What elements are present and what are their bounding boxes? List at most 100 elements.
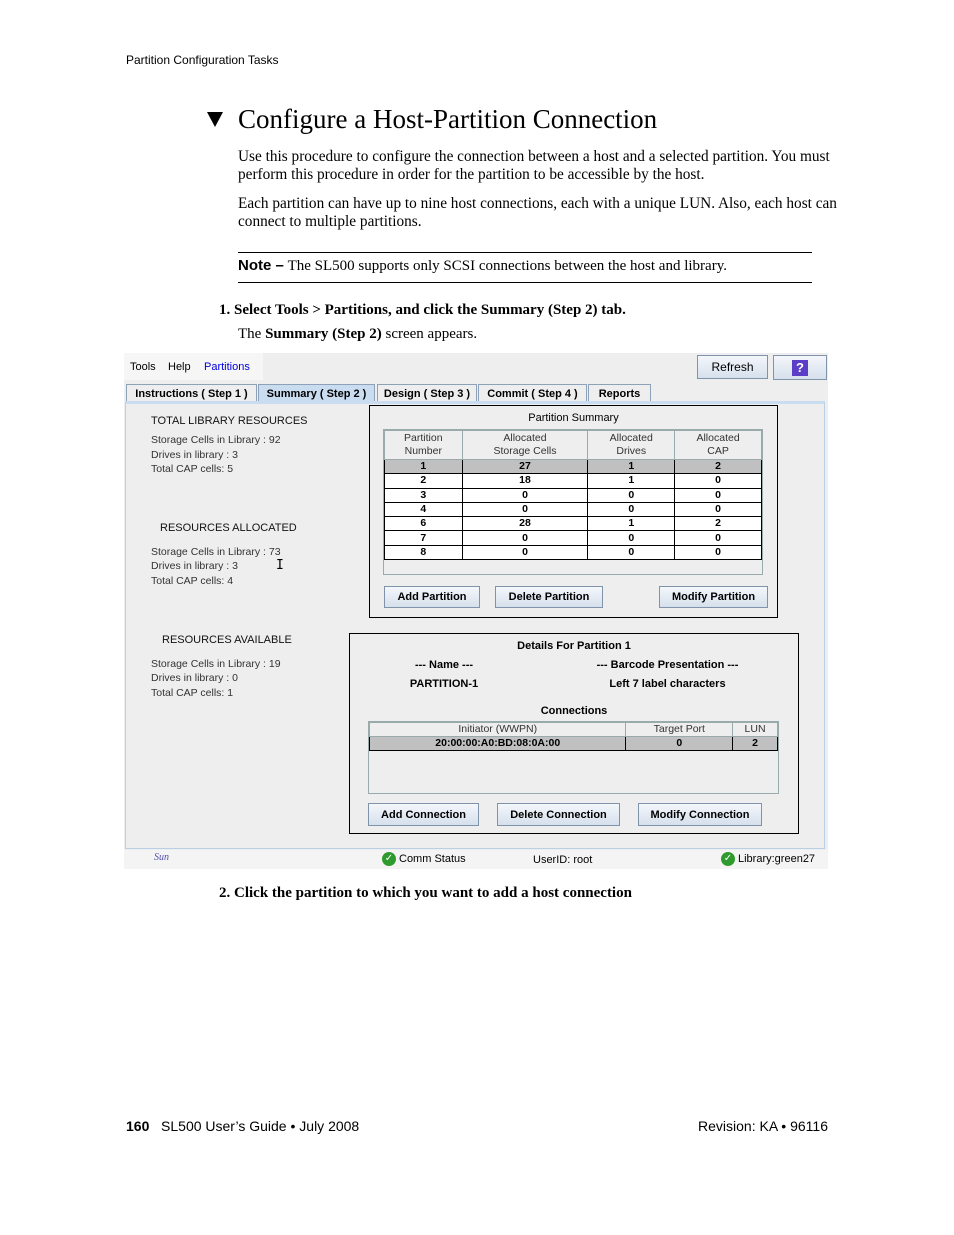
column-header[interactable]: Initiator (WWPN)	[368, 722, 627, 737]
column-header[interactable]: Allocated CAP	[674, 430, 762, 460]
note-text: The SL500 supports only SCSI connections…	[287, 258, 727, 274]
footer-date: July 2008	[299, 1118, 360, 1134]
sun-logo: Sun	[154, 852, 169, 863]
status-bar: Sun ✓ Comm Status UserID: root ✓ Library:g…	[124, 850, 828, 869]
library-status: ✓ Library:green27	[721, 852, 815, 866]
divider	[238, 282, 812, 283]
connections-title: Connections	[540, 705, 608, 717]
table-row[interactable]: 7000	[384, 530, 762, 546]
table-cell: 1	[587, 516, 676, 532]
table-cell: 0	[674, 473, 762, 489]
table-cell: 0	[674, 544, 762, 561]
delete-connection-button[interactable]: Delete Connection	[497, 803, 620, 826]
text: Summary (Step 2)	[265, 326, 382, 342]
header-line: Partition	[404, 432, 443, 444]
table-cell: 0	[461, 544, 589, 561]
connections-table-container: Initiator (WWPN) Target Port LUN 20:00:00:A…	[368, 721, 779, 794]
table-cell: 7	[384, 530, 463, 546]
add-connection-button[interactable]: Add Connection	[368, 803, 479, 826]
allocated-title: RESOURCES ALLOCATED	[160, 522, 297, 534]
available-line: Drives in library : 0	[151, 672, 238, 684]
doc-number: 96116	[790, 1118, 828, 1134]
total-line: Storage Cells in Library : 92	[151, 434, 281, 446]
table-row[interactable]: 2 18 1 0	[384, 473, 762, 489]
table-cell: 0	[461, 501, 589, 518]
app-screenshot: Tools Help Partitions Refresh ? Instruct…	[124, 353, 828, 869]
table-cell: 2	[674, 458, 762, 475]
library-status-label: Library:green27	[738, 852, 816, 865]
triangle-down-icon	[207, 112, 223, 127]
menu-tools[interactable]: Tools	[130, 361, 156, 373]
modify-partition-button[interactable]: Modify Partition	[659, 586, 768, 608]
add-partition-button[interactable]: Add Partition	[384, 586, 480, 608]
step-text: Select Tools > Partitions, and click the…	[234, 302, 626, 318]
note-label: Note –	[238, 257, 284, 274]
text: The	[238, 326, 266, 342]
table-row[interactable]: 1 27 1 2	[384, 458, 762, 475]
menu-help[interactable]: Help	[168, 361, 191, 373]
step-1-result: The Summary (Step 2) screen appears.	[238, 326, 477, 343]
total-line: Total CAP cells: 5	[151, 463, 234, 475]
header-line: Allocated	[503, 432, 547, 444]
table-row[interactable]: 8000	[384, 544, 762, 561]
table-row[interactable]: 3000	[384, 487, 762, 503]
refresh-button[interactable]: Refresh	[697, 355, 768, 379]
allocated-line: Drives in library : 3	[151, 560, 238, 572]
check-icon: ✓	[382, 852, 396, 866]
modify-connection-button[interactable]: Modify Connection	[638, 803, 762, 826]
tab-commit[interactable]: Commit ( Step 4 )	[478, 384, 587, 402]
allocated-line: Storage Cells in Library : 73	[151, 546, 281, 558]
footer-right: Revision: KA • 96116	[698, 1118, 828, 1134]
footer-left: 160 SL500 User’s Guide • July 2008	[126, 1118, 359, 1134]
tab-design[interactable]: Design ( Step 3 )	[377, 384, 477, 402]
name-value: PARTITION-1	[409, 678, 479, 690]
tab-instructions[interactable]: Instructions ( Step 1 )	[126, 384, 257, 402]
divider	[238, 252, 812, 253]
comm-status-label: Comm Status	[399, 852, 466, 865]
details-title: Details For Partition 1	[517, 640, 631, 652]
question-mark-icon: ?	[792, 359, 808, 376]
table-cell: 0	[674, 501, 762, 518]
column-header[interactable]: Allocated Drives	[587, 430, 676, 460]
user-id: UserID: root	[533, 854, 593, 866]
separator: •	[290, 1118, 296, 1134]
table-cell: 8	[384, 544, 463, 561]
partition-table: Partition Number Allocated Storage Cells All…	[384, 430, 762, 561]
step-text: Click the partition to which you want to…	[234, 885, 632, 901]
table-cell: 2	[732, 736, 778, 751]
table-cell: 0	[461, 487, 589, 503]
table-cell: 1	[587, 473, 676, 489]
revision: Revision: KA	[698, 1118, 778, 1134]
barcode-label: --- Barcode Presentation ---	[596, 659, 739, 671]
text: screen appears.	[381, 326, 478, 342]
table-cell: 0	[461, 530, 589, 546]
help-button[interactable]: ?	[773, 355, 827, 380]
comm-status: ✓ Comm Status	[382, 852, 466, 866]
separator: •	[781, 1118, 787, 1134]
column-header[interactable]: Target Port	[625, 722, 734, 737]
column-header[interactable]: LUN	[732, 722, 778, 737]
header-line: Allocated	[609, 432, 653, 444]
table-row[interactable]: 20:00:00:A0:BD:08:0A:00 0 2	[368, 736, 778, 751]
table-cell: 28	[461, 516, 589, 532]
menu-partitions[interactable]: Partitions	[204, 361, 250, 373]
connections-table: Initiator (WWPN) Target Port LUN 20:00:00:A…	[368, 722, 778, 751]
page-number: 160	[126, 1118, 150, 1134]
column-header[interactable]: Allocated Storage Cells	[461, 430, 589, 460]
menu-bar: Tools Help Partitions	[124, 353, 263, 380]
table-cell: 2	[674, 516, 762, 532]
table-cell: 20:00:00:A0:BD:08:0A:00	[368, 736, 627, 751]
available-title: RESOURCES AVAILABLE	[162, 634, 292, 646]
table-cell: 0	[587, 530, 676, 546]
header-line: Storage Cells	[493, 445, 557, 457]
column-header[interactable]: Partition Number	[384, 430, 463, 460]
table-row[interactable]: 4000	[384, 501, 762, 518]
table-row[interactable]: 6 28 1 2	[384, 516, 762, 532]
step-number: 2.	[219, 885, 231, 901]
table-cell: 1	[587, 458, 676, 475]
note: Note – The SL500 supports only SCSI conn…	[238, 257, 727, 275]
delete-partition-button[interactable]: Delete Partition	[495, 586, 603, 608]
tab-reports[interactable]: Reports	[588, 384, 651, 402]
barcode-value: Left 7 label characters	[609, 678, 726, 690]
table-cell: 0	[587, 544, 676, 561]
